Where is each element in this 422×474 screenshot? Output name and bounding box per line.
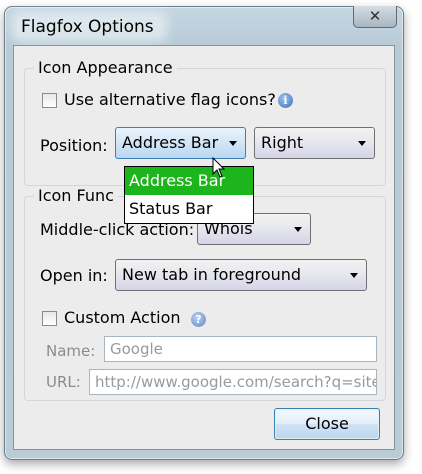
custom-action-label[interactable]: Custom Action bbox=[64, 308, 181, 327]
position-option-status-bar[interactable]: Status Bar bbox=[125, 195, 253, 223]
open-in-select-value: New tab in foreground bbox=[122, 265, 302, 284]
side-select[interactable]: Right bbox=[254, 127, 375, 159]
name-label: Name: bbox=[46, 342, 96, 360]
info-icon[interactable]: i bbox=[278, 93, 293, 108]
position-option-address-bar[interactable]: Address Bar bbox=[125, 167, 253, 195]
open-in-select[interactable]: New tab in foreground bbox=[115, 259, 367, 291]
position-label: Position: bbox=[40, 136, 108, 155]
side-select-value: Right bbox=[261, 133, 304, 152]
open-in-label: Open in: bbox=[40, 266, 108, 285]
url-label: URL: bbox=[46, 373, 81, 391]
alt-flags-checkbox[interactable] bbox=[42, 93, 57, 108]
chevron-down-icon bbox=[350, 273, 358, 278]
chevron-down-icon bbox=[229, 141, 237, 146]
close-icon: ✕ bbox=[368, 7, 382, 25]
close-button[interactable]: Close bbox=[274, 408, 380, 440]
custom-action-checkbox[interactable] bbox=[42, 311, 57, 326]
icon-appearance-group-title: Icon Appearance bbox=[34, 58, 177, 77]
window-title: Flagfox Options bbox=[17, 17, 162, 37]
position-select[interactable]: Address Bar bbox=[115, 127, 246, 159]
icon-functions-group-title: Icon Func bbox=[34, 186, 118, 205]
window-close-button[interactable]: ✕ bbox=[353, 6, 397, 28]
position-dropdown-list: Address Bar Status Bar bbox=[124, 166, 254, 224]
position-select-value: Address Bar bbox=[122, 133, 219, 152]
name-field[interactable]: Google bbox=[104, 336, 377, 362]
options-window: Flagfox Options ✕ Icon Appearance Use al… bbox=[4, 6, 404, 460]
chevron-down-icon bbox=[294, 227, 302, 232]
title-bar[interactable]: Flagfox Options ✕ bbox=[5, 6, 403, 45]
dialog-client-area: Icon Appearance Use alternative flag ico… bbox=[13, 45, 395, 450]
url-field[interactable]: http://www.google.com/search?q=site bbox=[89, 369, 377, 395]
mouse-pointer-icon bbox=[212, 157, 226, 178]
alt-flags-label[interactable]: Use alternative flag icons? bbox=[64, 90, 276, 109]
help-icon[interactable]: ? bbox=[191, 312, 206, 327]
chevron-down-icon bbox=[358, 141, 366, 146]
